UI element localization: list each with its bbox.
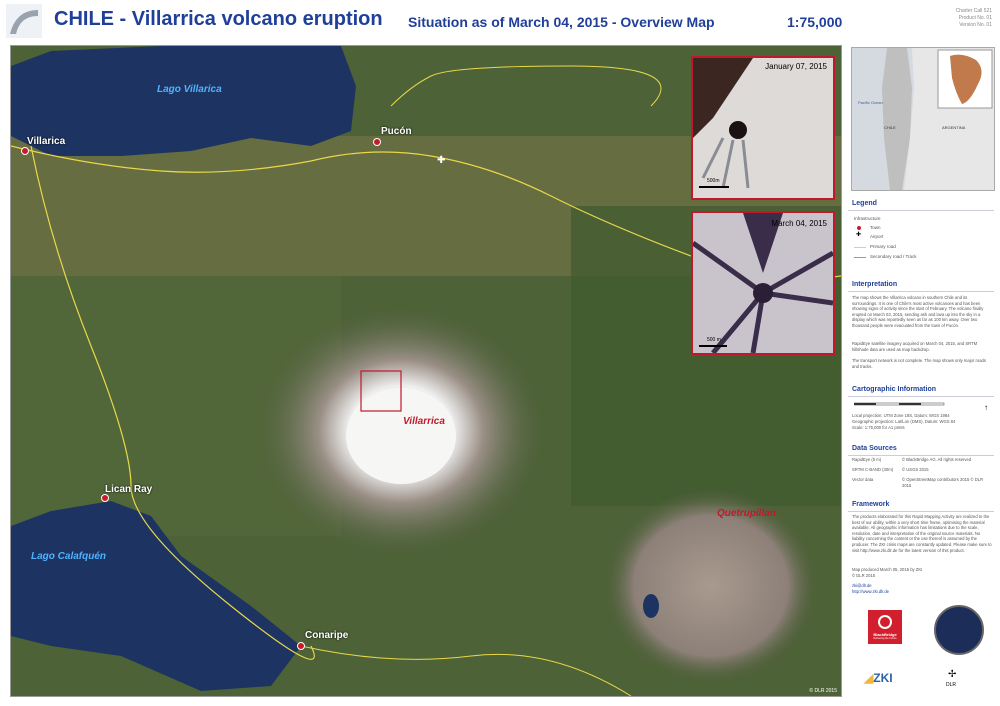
inset-january-image xyxy=(693,58,833,198)
volcano-quetrupillan-label: Quetrupillan xyxy=(717,508,776,519)
inset-march-date: March 04, 2015 xyxy=(771,219,827,228)
overview-map-image xyxy=(852,48,994,190)
situation-subtitle: Situation as of March 04, 2015 - Overvie… xyxy=(408,14,715,30)
town-lican-ray-marker[interactable] xyxy=(101,494,109,502)
inset-january-date: January 07, 2015 xyxy=(765,62,827,71)
legend-town: Town xyxy=(870,225,881,230)
map-scale: 1:75,000 xyxy=(787,14,843,30)
inset-march-scale: 500 m xyxy=(707,337,721,343)
overview-argentina-label: ARGENTINA xyxy=(942,125,966,130)
charter-seal-icon xyxy=(934,605,984,655)
inset-january-scale: 500m xyxy=(707,178,720,184)
source-3-name: Vector data xyxy=(852,477,874,482)
legend-secondary-road-icon xyxy=(854,257,866,258)
map-copyright: © DLR 2015 xyxy=(809,688,837,694)
header: CHILE - Villarrica volcano eruption Situ… xyxy=(0,0,1000,42)
meta-call: Charter Call 521 xyxy=(955,8,992,14)
north-arrow-icon: ↑ xyxy=(984,403,988,412)
framework-map-produced: Map produced March 05, 2015 by ZKI xyxy=(852,567,923,572)
overview-ocean-label: Pacific Ocean xyxy=(858,100,883,105)
lake-villarica-label: Lago Villarica xyxy=(157,84,222,95)
source-2-credit: © USGS 2015 xyxy=(902,467,929,472)
source-3-credit: © OpenStreetMap contributors 2015 © DLR … xyxy=(902,477,984,488)
legend-airport-icon: ✚ xyxy=(856,232,862,238)
zki-logo-text: ZKI xyxy=(873,671,893,685)
framework-title: Framework xyxy=(852,501,890,508)
blackbridge-logo: BlackBridge Delivering the Future xyxy=(868,610,902,644)
interpretation-text-2: RapidEye satellite imagery acquired on M… xyxy=(852,341,978,352)
volcano-villarrica-label: Villarrica xyxy=(403,416,445,427)
legend-primary-road: Primary road xyxy=(870,244,896,249)
scale-bar xyxy=(854,402,945,406)
inset-march-image xyxy=(693,213,833,353)
zki-logo: ◢ZKI xyxy=(864,671,893,685)
meta-version: Version No. 01 xyxy=(959,22,992,28)
main-map[interactable]: Lago Villarica Lago Calafquén Villarica … xyxy=(10,45,842,697)
blackbridge-logo-tagline: Delivering the Future xyxy=(873,637,897,640)
contact-url[interactable]: http://www.zki.dlr.de xyxy=(852,589,889,595)
carto-line-2: Geographic projection: Lat/Lon (DMS), Da… xyxy=(852,419,956,424)
town-conaripe-marker[interactable] xyxy=(297,642,305,650)
source-1-name: RapidEye (5 m) xyxy=(852,457,882,462)
town-pucon-marker[interactable] xyxy=(373,138,381,146)
inset-january[interactable]: January 07, 2015 500m xyxy=(691,56,835,200)
meta-product: Product No. 01 xyxy=(958,15,992,21)
carto-line-3: Scale: 1:75,000 for A1 prints xyxy=(852,425,905,430)
interpretation-text-3: The transport network is not complete. T… xyxy=(852,358,986,369)
carto-line-1: Local projection: UTM Zone 18S, Datum: W… xyxy=(852,413,950,418)
inset-march[interactable]: March 04, 2015 500 m xyxy=(691,211,835,355)
legend-airport: Airport xyxy=(870,234,884,239)
town-villarica-marker[interactable] xyxy=(21,147,29,155)
interpretation-title: Interpretation xyxy=(852,281,898,288)
cartographic-title: Cartographic Information xyxy=(852,386,937,393)
legend-title: Legend xyxy=(852,200,877,207)
source-1-credit: © BlackBridge AG. All rights reserved xyxy=(902,457,972,462)
dlr-logo-icon: ✢ xyxy=(948,669,957,680)
data-sources-title: Data Sources xyxy=(852,445,897,452)
source-2-name: SRTM C-BAND (30m) xyxy=(852,467,894,472)
airport-icon: ✚ xyxy=(437,155,446,166)
framework-dlr: © DLR 2015 xyxy=(852,573,876,578)
interpretation-text: The map shows the Villarrica volcano in … xyxy=(852,295,984,328)
map-title: CHILE - Villarrica volcano eruption xyxy=(54,8,383,30)
town-pucon-label: Pucón xyxy=(381,126,412,137)
legend-subtitle: Infrastructure xyxy=(854,216,881,221)
legend-primary-road-icon xyxy=(854,247,866,248)
dlr-logo-text: DLR xyxy=(946,682,957,688)
product-meta: Charter Call 521 Product No. 01 Version … xyxy=(956,8,992,29)
blackbridge-flower-icon xyxy=(878,615,892,629)
charter-logo-icon xyxy=(6,4,42,38)
town-conaripe-label: Conaripe xyxy=(305,630,349,641)
town-lican-ray-label: Lican Ray xyxy=(105,484,153,495)
sidebar: Pacific Ocean CHILE ARGENTINA Legend Inf… xyxy=(848,45,995,695)
town-villarica-label: Villarica xyxy=(27,136,66,147)
overview-map[interactable]: Pacific Ocean CHILE ARGENTINA xyxy=(851,47,995,191)
legend-secondary-road: Secondary road / Track xyxy=(870,254,917,259)
lake-calafquen-label: Lago Calafquén xyxy=(31,551,107,562)
contact-email[interactable]: zki@dlr.de xyxy=(852,583,872,589)
overview-chile-label: CHILE xyxy=(884,125,896,130)
framework-text: The products elaborated for this Rapid M… xyxy=(852,514,992,553)
